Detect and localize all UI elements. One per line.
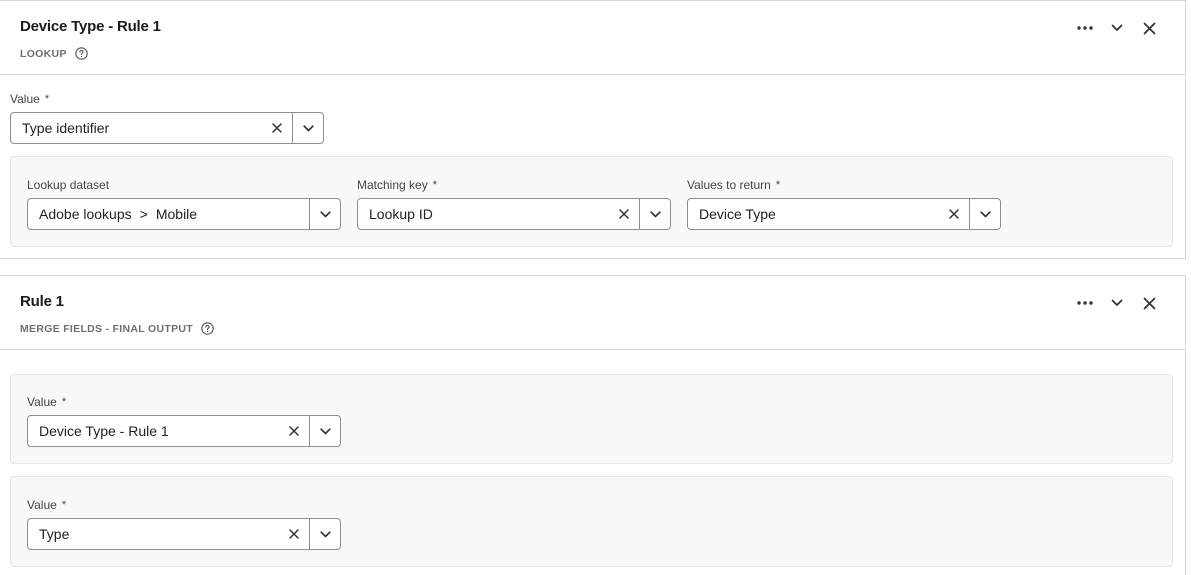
path-separator: >	[139, 206, 148, 222]
clear-button[interactable]	[279, 519, 309, 549]
more-options-button[interactable]	[1069, 293, 1101, 313]
chevron-down-icon	[1111, 24, 1123, 31]
value-input[interactable]: Device Type - Rule 1	[28, 416, 279, 446]
label-text: Matching key	[357, 178, 428, 192]
dropdown-button[interactable]	[969, 199, 1000, 229]
dropdown-button[interactable]	[309, 199, 340, 229]
dataset-root: Adobe lookups	[39, 206, 132, 222]
more-icon	[1077, 301, 1093, 305]
required-marker: *	[775, 179, 781, 191]
label-text: Lookup dataset	[27, 178, 110, 192]
card-title: Device Type - Rule 1	[20, 18, 161, 35]
label-text: Value	[27, 395, 57, 409]
dropdown-button[interactable]	[639, 199, 670, 229]
dropdown-button[interactable]	[292, 113, 323, 143]
chevron-down-icon	[319, 210, 331, 217]
card-header: Rule 1 MERGE FIELDS - FINAL OUTPUT	[0, 276, 1185, 350]
collapse-button[interactable]	[1101, 18, 1133, 38]
lookup-dataset-value[interactable]: Adobe lookups > Mobile	[28, 199, 309, 229]
header-actions	[1069, 18, 1165, 38]
required-marker: *	[44, 93, 50, 105]
required-marker: *	[61, 499, 67, 511]
value-combobox[interactable]: Device Type - Rule 1	[27, 415, 341, 447]
rule-card-merge: Rule 1 MERGE FIELDS - FINAL OUTPUT Value…	[0, 275, 1186, 575]
dataset-leaf: Mobile	[155, 206, 198, 222]
chevron-down-icon	[1111, 299, 1123, 306]
close-icon	[1143, 22, 1155, 34]
dropdown-button[interactable]	[309, 416, 340, 446]
lookup-dataset-label: Lookup dataset	[27, 178, 109, 192]
required-marker: *	[61, 396, 67, 408]
chevron-down-icon	[319, 427, 331, 434]
card-header: Device Type - Rule 1 LOOKUP	[0, 1, 1185, 75]
lookup-dataset-combobox[interactable]: Adobe lookups > Mobile	[27, 198, 341, 230]
clear-icon	[289, 529, 299, 539]
close-button[interactable]	[1133, 18, 1165, 38]
clear-button[interactable]	[609, 199, 639, 229]
clear-button[interactable]	[279, 416, 309, 446]
card-subtitle: MERGE FIELDS - FINAL OUTPUT	[20, 322, 214, 335]
value-field-label: Value *	[27, 498, 66, 512]
matching-key-input[interactable]: Lookup ID	[358, 199, 609, 229]
more-icon	[1077, 26, 1093, 30]
values-to-return-label: Values to return *	[687, 178, 780, 192]
rule-card-lookup: Device Type - Rule 1 LOOKUP Value * Type …	[0, 0, 1186, 259]
values-to-return-combobox[interactable]: Device Type	[687, 198, 1001, 230]
clear-icon	[619, 209, 629, 219]
card-title: Rule 1	[20, 293, 64, 310]
value-field-label: Value *	[27, 395, 66, 409]
chevron-down-icon	[649, 210, 661, 217]
chevron-down-icon	[319, 530, 331, 537]
chevron-down-icon	[302, 124, 314, 131]
clear-icon	[289, 426, 299, 436]
card-type-label: MERGE FIELDS - FINAL OUTPUT	[20, 322, 193, 335]
value-combobox[interactable]: Type identifier	[10, 112, 324, 144]
value-field-label: Value *	[10, 92, 49, 106]
clear-button[interactable]	[939, 199, 969, 229]
label-text: Values to return	[687, 178, 771, 192]
label-text: Value	[10, 92, 40, 106]
help-icon[interactable]	[201, 322, 214, 335]
header-actions	[1069, 293, 1165, 313]
close-button[interactable]	[1133, 293, 1165, 313]
collapse-button[interactable]	[1101, 293, 1133, 313]
close-icon	[1143, 297, 1155, 309]
clear-button[interactable]	[262, 113, 292, 143]
matching-key-label: Matching key *	[357, 178, 437, 192]
label-text: Value	[27, 498, 57, 512]
chevron-down-icon	[979, 210, 991, 217]
more-options-button[interactable]	[1069, 18, 1101, 38]
card-type-label: LOOKUP	[20, 47, 67, 60]
matching-key-combobox[interactable]: Lookup ID	[357, 198, 671, 230]
value-combobox[interactable]: Type	[27, 518, 341, 550]
clear-icon	[272, 123, 282, 133]
card-subtitle: LOOKUP	[20, 47, 88, 60]
required-marker: *	[432, 179, 437, 191]
dropdown-button[interactable]	[309, 519, 340, 549]
value-input[interactable]: Type	[28, 519, 279, 549]
clear-icon	[949, 209, 959, 219]
value-input[interactable]: Type identifier	[11, 113, 262, 143]
values-to-return-input[interactable]: Device Type	[688, 199, 939, 229]
help-icon[interactable]	[74, 47, 88, 60]
